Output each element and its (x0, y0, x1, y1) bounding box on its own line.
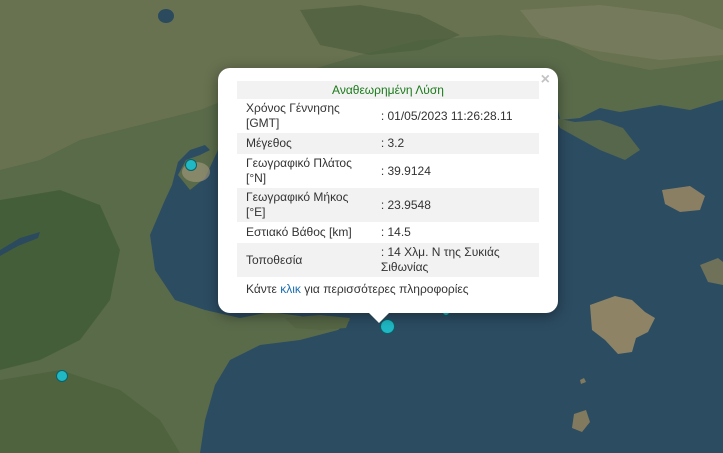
detail-label: Γεωγραφικό Μήκος [°E] (246, 190, 349, 219)
detail-label: Μέγεθος (246, 136, 292, 150)
more-info-link[interactable]: κλικ (280, 282, 301, 296)
detail-row: Γεωγραφικό Πλάτος [°N] : 39.9124 (237, 154, 539, 188)
popup-content: Αναθεωρημένη Λύση Χρόνος Γέννησης [GMT] … (237, 81, 539, 296)
detail-value: : 39.9124 (380, 163, 431, 178)
map[interactable]: × Αναθεωρημένη Λύση Χρόνος Γέννησης [GMT… (0, 0, 723, 453)
popup-title: Αναθεωρημένη Λύση (237, 81, 539, 99)
earthquake-marker-icon[interactable] (56, 370, 68, 382)
earthquake-info-popup: × Αναθεωρημένη Λύση Χρόνος Γέννησης [GMT… (218, 68, 558, 323)
detail-row: Μέγεθος : 3.2 (237, 133, 539, 154)
detail-row: Τοποθεσία : 14 Χλμ. Ν της Συκιάς Σιθωνία… (237, 243, 539, 277)
more-info-suffix: για περισσότερες πληροφορίες (304, 282, 469, 296)
more-info-prefix: Κάντε (246, 282, 277, 296)
detail-value: : 3.2 (380, 136, 405, 150)
more-info-line: Κάντε κλικ για περισσότερες πληροφορίες (237, 277, 539, 296)
detail-label: Τοποθεσία (246, 252, 303, 267)
detail-row: Εστιακό Βάθος [km] : 14.5 (237, 222, 539, 243)
earthquake-marker-icon[interactable] (185, 159, 197, 171)
detail-value: : 14.5 (380, 225, 411, 239)
detail-value: : 23.9548 (380, 197, 431, 212)
earthquake-details-table: Χρόνος Γέννησης [GMT] : 01/05/2023 11:26… (237, 99, 539, 277)
detail-label: Χρόνος Γέννησης [GMT] (246, 101, 340, 130)
detail-label: Γεωγραφικό Πλάτος [°N] (246, 156, 352, 185)
detail-value: : 14 Χλμ. Ν της Συκιάς Σιθωνίας (380, 245, 500, 274)
close-icon[interactable]: × (541, 71, 550, 89)
popup-pointer (368, 312, 390, 323)
detail-row: Χρόνος Γέννησης [GMT] : 01/05/2023 11:26… (237, 99, 539, 133)
detail-label: Εστιακό Βάθος [km] (246, 225, 352, 239)
detail-row: Γεωγραφικό Μήκος [°E] : 23.9548 (237, 188, 539, 222)
detail-value: : 01/05/2023 11:26:28.11 (380, 108, 513, 123)
